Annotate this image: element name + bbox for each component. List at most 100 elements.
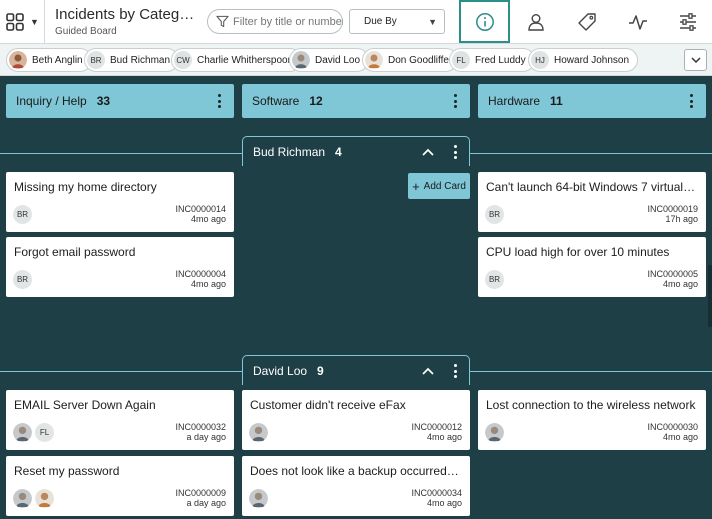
chevron-up-icon[interactable] <box>421 364 435 378</box>
card-age: 4mo ago <box>426 432 462 442</box>
add-card-label: Add Card <box>423 180 466 192</box>
incident-card[interactable]: Lost connection to the wireless network … <box>478 390 706 450</box>
incident-card[interactable]: Does not look like a backup occurred las… <box>242 456 470 516</box>
card-assignees: BR <box>485 270 504 289</box>
avatar <box>365 51 383 69</box>
board-settings-button[interactable] <box>662 0 712 44</box>
card-age: a day ago <box>186 432 226 442</box>
column-menu-icon[interactable] <box>450 94 460 108</box>
user-icon <box>527 14 544 31</box>
incident-card[interactable]: Customer didn't receive eFax INC0000012 … <box>242 390 470 450</box>
avatar <box>13 423 32 442</box>
person-filter-fred-luddy[interactable]: FL Fred Luddy <box>449 48 535 72</box>
avatar-initials: FL <box>452 51 470 69</box>
swimlane-header-bud-richman: Bud Richman 4 <box>242 136 470 166</box>
person-filter-david-loo[interactable]: David Loo <box>289 48 370 72</box>
incident-card[interactable]: Forgot email password BR INC0000004 4mo … <box>6 237 234 297</box>
card-assignees <box>485 423 504 442</box>
person-name: Beth Anglin <box>32 54 83 66</box>
chevron-down-icon: ▼ <box>428 16 437 27</box>
avatar-initials: BR <box>485 270 504 289</box>
card-assignees <box>13 489 54 508</box>
person-filter-don-goodliffe[interactable]: Don Goodliffe <box>362 48 458 72</box>
avatar-initials: CW <box>174 51 192 69</box>
incident-card[interactable]: EMAIL Server Down Again FL INC0000032 a … <box>6 390 234 450</box>
board-scrollbar[interactable] <box>708 265 712 327</box>
card-assignees: BR <box>485 205 504 224</box>
card-age: 4mo ago <box>426 498 462 508</box>
expand-people-button[interactable] <box>684 49 707 71</box>
incident-card[interactable]: Missing my home directory BR INC0000014 … <box>6 172 234 232</box>
column-menu-icon[interactable] <box>686 94 696 108</box>
card-age: 17h ago <box>665 214 698 224</box>
avatar <box>9 51 27 69</box>
add-card-button[interactable]: + Add Card <box>408 173 470 199</box>
activity-tool-button[interactable] <box>612 0 663 44</box>
person-filter-howard-johnson[interactable]: HJ Howard Johnson <box>528 48 639 72</box>
card-title: Customer didn't receive eFax <box>250 398 406 412</box>
person-filter-charlie-whitherspoon[interactable]: CW Charlie Whitherspoon <box>171 48 303 72</box>
column-header-hardware: Hardware 11 <box>478 84 706 118</box>
card-meta: INC0000009 a day ago <box>175 488 226 508</box>
info-icon <box>475 12 494 31</box>
person-filter-beth-anglin[interactable]: Beth Anglin <box>6 48 92 72</box>
card-title: CPU load high for over 10 minutes <box>486 245 670 259</box>
grid-icon <box>6 13 24 31</box>
person-filter-bud-richman[interactable]: BR Bud Richman <box>84 48 180 72</box>
filter-input[interactable] <box>233 15 343 28</box>
column-name: Hardware <box>488 94 541 108</box>
person-name: David Loo <box>315 54 361 66</box>
card-meta: INC0000032 a day ago <box>175 422 226 442</box>
card-title: Lost connection to the wireless network <box>486 398 696 412</box>
person-name: Don Goodliffe <box>388 54 449 66</box>
card-meta: INC0000014 4mo ago <box>175 204 226 224</box>
person-name: Charlie Whitherspoon <box>197 54 294 66</box>
tag-icon <box>577 13 596 31</box>
board-switcher-button[interactable]: ▼ <box>6 11 40 33</box>
card-meta: INC0000019 17h ago <box>647 204 698 224</box>
column-name: Software <box>252 94 300 108</box>
person-name: Howard Johnson <box>554 54 630 66</box>
avatar-initials: BR <box>13 270 32 289</box>
card-meta: INC0000030 4mo ago <box>647 422 698 442</box>
avatar <box>485 423 504 442</box>
incident-card[interactable]: Reset my password INC0000009 a day ago <box>6 456 234 516</box>
chevron-up-icon[interactable] <box>421 145 435 159</box>
avatar-initials: BR <box>87 51 105 69</box>
activity-icon <box>628 15 647 30</box>
info-tool-button[interactable] <box>459 0 510 43</box>
swimlane-menu-icon[interactable] <box>450 145 460 159</box>
card-age: 4mo ago <box>662 432 698 442</box>
card-assignees <box>249 489 268 508</box>
card-age: a day ago <box>186 498 226 508</box>
sort-select[interactable]: Due By ▼ <box>349 9 445 34</box>
incident-card[interactable]: CPU load high for over 10 minutes BR INC… <box>478 237 706 297</box>
assignee-tool-button[interactable] <box>510 0 561 44</box>
incident-card[interactable]: Can't launch 64-bit Windows 7 virtual ma… <box>478 172 706 232</box>
column-menu-icon[interactable] <box>214 94 224 108</box>
avatar-initials: BR <box>13 205 32 224</box>
people-filter-strip: Beth Anglin BR Bud Richman CW Charlie Wh… <box>0 44 712 76</box>
avatar-initials: BR <box>485 205 504 224</box>
card-age: 4mo ago <box>662 279 698 289</box>
avatar <box>292 51 310 69</box>
card-assignees: BR <box>13 270 32 289</box>
swimlane-count: 4 <box>335 144 342 159</box>
card-assignees: FL <box>13 423 54 442</box>
board-title-block: Incidents by Categ… Guided Board <box>55 6 195 37</box>
avatar-initials: HJ <box>531 51 549 69</box>
settings-sliders-icon <box>679 13 696 31</box>
filter-box[interactable] <box>207 9 343 34</box>
swimlane-count: 9 <box>317 363 324 378</box>
card-meta: INC0000005 4mo ago <box>647 269 698 289</box>
card-number: INC0000014 <box>175 204 226 214</box>
tag-tool-button[interactable] <box>561 0 612 44</box>
card-number: INC0000009 <box>175 488 226 498</box>
column-count: 12 <box>309 94 323 108</box>
plus-icon: + <box>412 178 420 194</box>
swimlane-menu-icon[interactable] <box>450 364 460 378</box>
person-name: Bud Richman <box>110 54 171 66</box>
card-age: 4mo ago <box>190 214 226 224</box>
card-assignees: BR <box>13 205 32 224</box>
avatar <box>35 489 54 508</box>
